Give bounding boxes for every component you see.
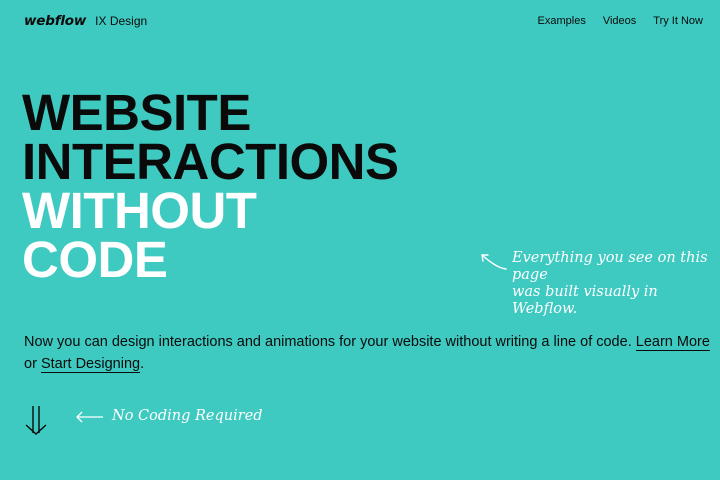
- nav-link-try-it-now[interactable]: Try It Now: [653, 15, 703, 27]
- brand[interactable]: webflow IX Design: [24, 13, 147, 29]
- learn-more-link[interactable]: Learn More: [635, 334, 710, 351]
- annotation-text: Everything you see on this page was buil…: [512, 250, 712, 318]
- no-coding-text: No Coding Required: [112, 408, 263, 424]
- headline-line-without: WITHOUT: [22, 182, 257, 239]
- nav-link-examples[interactable]: Examples: [538, 15, 586, 27]
- product-name: IX Design: [95, 14, 148, 28]
- intro-or: or: [24, 356, 37, 372]
- double-arrow-down-icon: [25, 406, 47, 435]
- intro-period: .: [140, 356, 145, 372]
- arrow-left-icon: [76, 411, 103, 422]
- hero-headline: WEBSITE INTERACTIONS WITHOUT CODE: [22, 84, 399, 288]
- no-coding-note: No Coding Required: [76, 408, 263, 425]
- intro-text: Now you can design interactions and anim…: [24, 334, 632, 350]
- intro-paragraph: Now you can design interactions and anim…: [24, 331, 714, 375]
- handwritten-annotation: Everything you see on this page was buil…: [478, 250, 712, 318]
- headline-line-code: CODE: [22, 231, 168, 288]
- start-designing-link[interactable]: Start Designing: [40, 356, 141, 373]
- headline-line-interactions: INTERACTIONS: [22, 133, 399, 190]
- curved-arrow-icon: [481, 254, 507, 270]
- nav-links: Examples Videos Try It Now: [538, 15, 703, 27]
- top-nav: webflow IX Design Examples Videos Try It…: [24, 12, 703, 30]
- headline-line-website: WEBSITE: [22, 84, 251, 141]
- annotation-line-1: Everything you see on this page: [512, 250, 708, 283]
- annotation-line-2: was built visually in Webflow.: [512, 284, 658, 317]
- nav-link-videos[interactable]: Videos: [603, 15, 636, 27]
- webflow-logo[interactable]: webflow: [24, 13, 86, 29]
- scroll-down-button[interactable]: [24, 404, 48, 436]
